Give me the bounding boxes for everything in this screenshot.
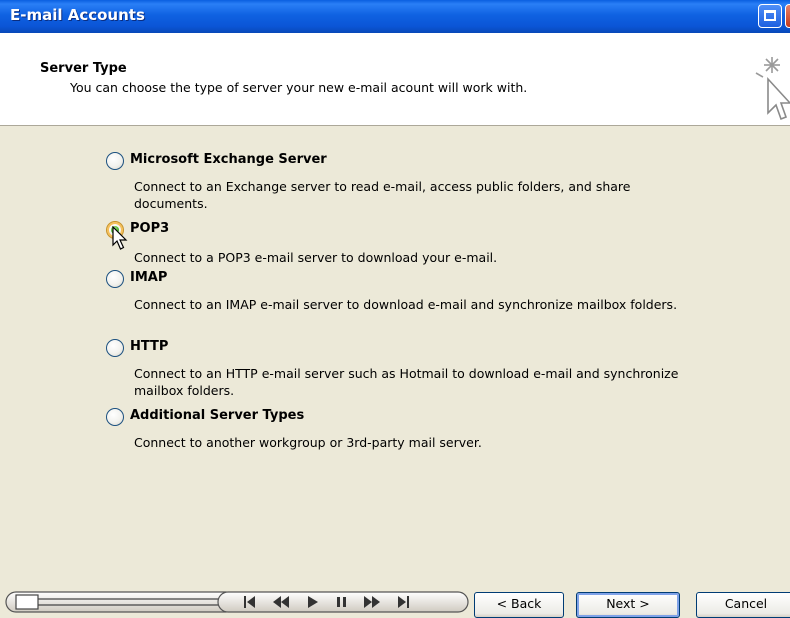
option-description: Connect to a POP3 e-mail server to downl… [134,250,498,265]
back-button[interactable]: < Back [474,592,564,618]
option-description: Connect to an Exchange server to read e-… [134,179,631,211]
email-accounts-window: E-mail Accounts Server Type You can choo… [0,0,790,618]
title-bar[interactable]: E-mail Accounts [0,0,790,33]
window-title: E-mail Accounts [10,6,145,24]
mouse-pointer-icon [112,226,128,250]
page-subtitle: You can choose the type of server your n… [70,80,528,95]
media-player-bar[interactable] [0,586,486,615]
option-description: Connect to an HTTP e-mail server such as… [134,366,679,398]
page-title: Server Type [40,61,127,76]
header-panel: Server Type You can choose the type of s… [0,33,790,126]
option-label[interactable]: IMAP [130,270,167,285]
cancel-button[interactable]: Cancel [696,592,790,618]
radio-additional[interactable] [106,408,124,426]
radio-exchange[interactable] [106,152,124,170]
option-label[interactable]: Microsoft Exchange Server [130,152,327,167]
seek-slider[interactable] [5,591,237,613]
restore-button[interactable] [758,4,782,28]
close-button[interactable] [785,4,790,28]
option-description: Connect to an IMAP e-mail server to down… [134,297,678,312]
wizard-sparkle-cursor-icon [755,57,790,121]
radio-http[interactable] [106,339,124,357]
option-label[interactable]: HTTP [130,339,168,354]
restore-window-icon [764,10,776,21]
next-button[interactable]: Next > [576,592,680,618]
option-label[interactable]: Additional Server Types [130,408,304,423]
radio-imap[interactable] [106,270,124,288]
option-label[interactable]: POP3 [130,221,169,236]
option-description: Connect to another workgroup or 3rd-part… [134,435,482,450]
